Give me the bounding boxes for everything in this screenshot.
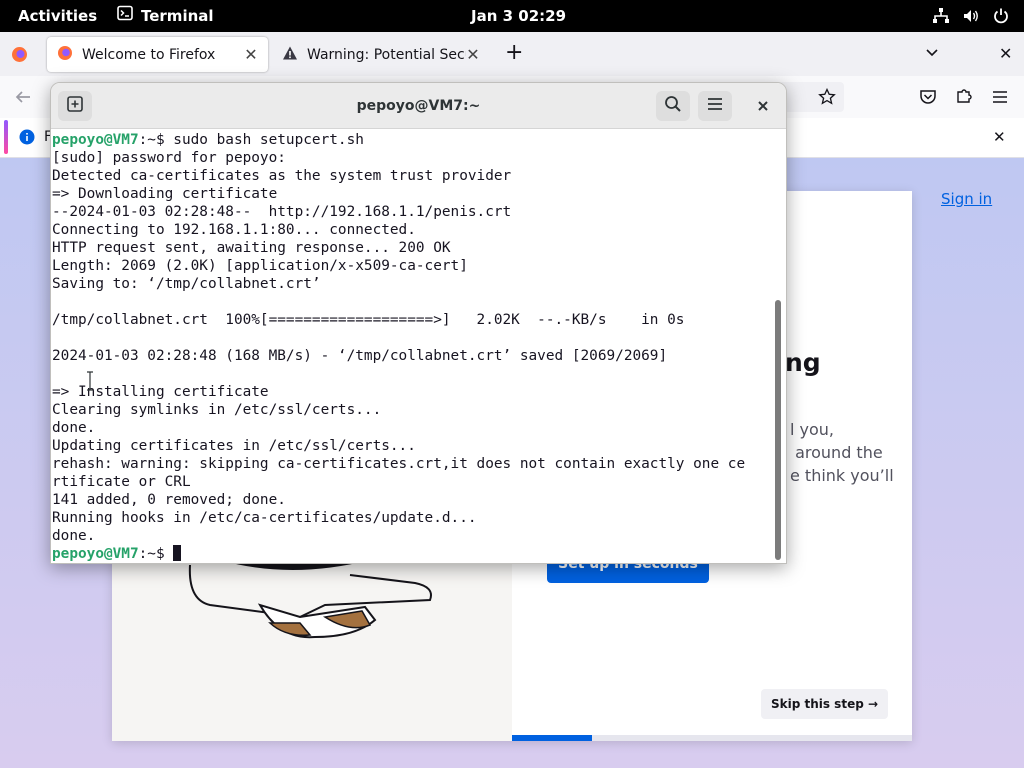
tab-welcome-to-firefox[interactable]: Welcome to Firefox ✕ [47,37,268,72]
terminal-line-text: Running hooks in /etc/ca-certificates/up… [52,510,477,526]
power-icon [992,7,1010,25]
hamburger-menu-icon[interactable] [991,88,1009,110]
terminal-line-text: [sudo] password for pepoyo: [52,150,286,166]
volume-icon [962,7,980,25]
terminal-line-text: Updating certificates in /etc/ssl/certs.… [52,438,416,454]
back-arrow-icon[interactable] [14,88,32,110]
info-icon [19,129,35,149]
chevron-down-icon[interactable] [924,44,940,64]
terminal-line: Detected ca-certificates as the system t… [51,167,773,185]
terminal-line: --2024-01-03 02:28:48-- http://192.168.1… [51,203,773,221]
terminal-line: => Installing certificate [51,383,773,401]
pocket-icon[interactable] [919,88,937,110]
terminal-line: 141 added, 0 removed; done. [51,491,773,509]
notice-accent-stripe [4,120,8,154]
onboarding-progress [512,735,912,741]
clock[interactable]: Jan 3 02:29 [471,0,566,32]
terminal-line: Connecting to 192.168.1.1:80... connecte… [51,221,773,239]
terminal-line: /tmp/collabnet.crt 100%[================… [51,311,773,329]
terminal-line: rehash: warning: skipping ca-certificate… [51,455,773,473]
shell-prompt: pepoyo@VM7 [52,546,139,562]
terminal-scrollbar[interactable] [775,300,781,560]
firefox-favicon-icon [57,45,73,65]
terminal-window[interactable]: pepoyo@VM7:~ pepoyo@VM7:~$ sudo bash set… [50,82,787,564]
tab-security-warning[interactable]: Warning: Potential Security Risk Ahead ✕ [272,37,490,72]
bookmark-star-icon[interactable] [818,87,836,110]
new-tab-icon [66,95,84,117]
top-bar: Activities Terminal Jan 3 02:29 [0,0,1024,32]
terminal-line-text: 2024-01-03 02:28:48 (168 MB/s) - ‘/tmp/c… [52,348,668,364]
terminal-cursor [173,545,182,561]
welcome-body-text: l you, around the e think you’ll [790,420,894,485]
terminal-line-text: rtificate or CRL [52,474,191,490]
close-window-button[interactable] [749,91,777,121]
terminal-line-text: 141 added, 0 removed; done. [52,492,286,508]
terminal-app-icon [117,0,133,32]
terminal-line: Length: 2069 (2.0K) [application/x-x509-… [51,257,773,275]
new-tab-button[interactable]: + [505,40,523,65]
terminal-line: done. [51,419,773,437]
terminal-line-text: done. [52,528,96,544]
tab-label: Warning: Potential Security Risk Ahead [307,46,466,63]
terminal-line-text: :~$ [138,546,174,562]
network-icon [932,7,950,25]
new-tab-button[interactable] [58,91,92,121]
close-icon[interactable]: ✕ [244,45,258,64]
activities-button[interactable]: Activities [18,0,97,32]
firefox-view-icon[interactable] [11,46,28,67]
terminal-line: HTTP request sent, awaiting response... … [51,239,773,257]
terminal-line-text: /tmp/collabnet.crt 100%[================… [52,312,685,328]
terminal-line-text: done. [52,420,96,436]
terminal-line: => Downloading certificate [51,185,773,203]
hamburger-menu-icon [706,95,724,117]
search-button[interactable] [656,91,690,121]
terminal-line: Updating certificates in /etc/ssl/certs.… [51,437,773,455]
terminal-line-text: Clearing symlinks in /etc/ssl/certs... [52,402,382,418]
terminal-line-text: rehash: warning: skipping ca-certificate… [52,456,746,472]
shell-prompt: pepoyo@VM7 [52,132,139,148]
app-menu[interactable]: Terminal [117,0,214,32]
terminal-line: Clearing symlinks in /etc/ssl/certs... [51,401,773,419]
app-menu-label: Terminal [141,7,214,25]
terminal-line-text: Length: 2069 (2.0K) [application/x-x509-… [52,258,468,274]
system-tray[interactable] [932,0,1010,32]
terminal-line-text: HTTP request sent, awaiting response... … [52,240,451,256]
terminal-line-text: => Installing certificate [52,384,269,400]
extensions-icon[interactable] [955,87,973,109]
terminal-line: Running hooks in /etc/ca-certificates/up… [51,509,773,527]
terminal-line: Saving to: ‘/tmp/collabnet.crt’ [51,275,773,293]
menu-button[interactable] [698,91,732,121]
sign-in-link[interactable]: Sign in [941,190,992,208]
terminal-headerbar[interactable]: pepoyo@VM7:~ [51,83,786,129]
window-close-icon[interactable]: ✕ [999,44,1012,63]
terminal-line-text: Detected ca-certificates as the system t… [52,168,512,184]
text-cursor-icon [86,371,94,395]
terminal-line-text: Saving to: ‘/tmp/collabnet.crt’ [52,276,321,292]
terminal-line: [sudo] password for pepoyo: [51,149,773,167]
terminal-line: rtificate or CRL [51,473,773,491]
search-icon [664,95,682,117]
terminal-line: pepoyo@VM7:~$ sudo bash setupcert.sh [51,131,773,149]
terminal-line: pepoyo@VM7:~$ [51,545,773,563]
terminal-line-text: => Downloading certificate [52,186,278,202]
terminal-line-text: :~$ sudo bash setupcert.sh [138,132,364,148]
terminal-line: 2024-01-03 02:28:48 (168 MB/s) - ‘/tmp/c… [51,347,773,365]
warning-icon [282,45,298,65]
terminal-line: done. [51,527,773,545]
close-icon[interactable]: ✕ [466,45,480,64]
terminal-line-text: --2024-01-03 02:28:48-- http://192.168.1… [52,204,512,220]
skip-step-button[interactable]: Skip this step → [761,689,888,719]
terminal-output[interactable]: pepoyo@VM7:~$ sudo bash setupcert.sh [sud… [51,130,773,563]
firefox-tab-bar: Welcome to Firefox ✕ Warning: Potential … [0,32,1024,76]
terminal-line-text: Connecting to 192.168.1.1:80... connecte… [52,222,416,238]
onboarding-progress-fill [512,735,592,741]
close-icon[interactable]: ✕ [993,128,1006,146]
tab-label: Welcome to Firefox [82,46,216,63]
welcome-heading: ng [785,348,821,377]
close-icon [757,97,769,116]
